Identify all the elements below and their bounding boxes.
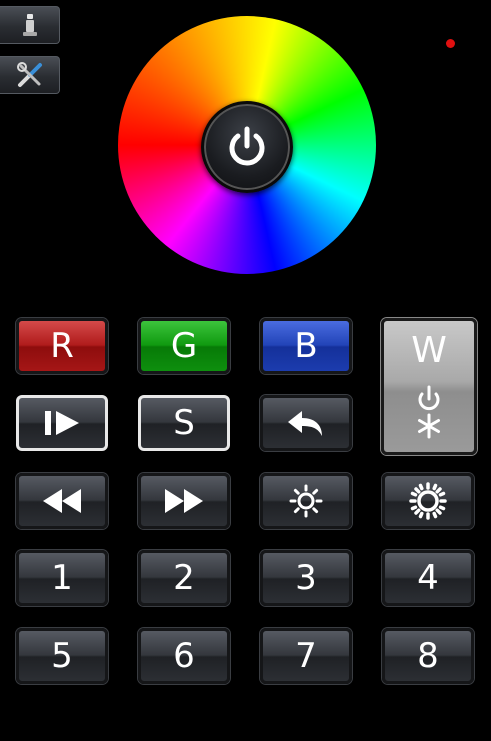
red-button[interactable]: R — [16, 318, 108, 374]
green-label: G — [170, 326, 198, 366]
user-button[interactable] — [0, 6, 60, 44]
play-step-icon — [45, 411, 79, 435]
number-button-2[interactable]: 2 — [138, 550, 230, 606]
number-button-1[interactable]: 1 — [16, 550, 108, 606]
undo-arrow-icon — [288, 411, 322, 436]
brightness-up-button[interactable] — [382, 473, 474, 529]
status-indicator — [446, 39, 455, 48]
blue-button[interactable]: B — [260, 318, 352, 374]
number-button-6[interactable]: 6 — [138, 628, 230, 684]
number-button-4[interactable]: 4 — [382, 550, 474, 606]
power-button[interactable] — [201, 101, 293, 193]
play-pause-button[interactable] — [16, 395, 108, 451]
fast-forward-icon — [165, 489, 203, 513]
brightness-down-button[interactable] — [260, 473, 352, 529]
number-label: 1 — [51, 558, 73, 598]
power-icon — [229, 126, 265, 166]
number-button-5[interactable]: 5 — [16, 628, 108, 684]
green-button[interactable]: G — [138, 318, 230, 374]
number-button-3[interactable]: 3 — [260, 550, 352, 606]
power-snowflake-icon — [418, 385, 440, 439]
white-label: W — [411, 330, 447, 371]
s-button[interactable]: S — [138, 395, 230, 451]
tools-icon — [16, 62, 42, 87]
rewind-icon — [43, 489, 81, 513]
number-label: 8 — [417, 636, 439, 676]
red-label: R — [50, 326, 74, 366]
blue-label: B — [294, 326, 318, 366]
s-label: S — [173, 403, 195, 443]
number-label: 4 — [417, 558, 439, 598]
number-button-8[interactable]: 8 — [382, 628, 474, 684]
sun-small-icon — [289, 484, 323, 518]
sun-large-icon — [409, 482, 447, 520]
white-power-button[interactable]: W — [381, 318, 477, 455]
fast-forward-button[interactable] — [138, 473, 230, 529]
settings-button[interactable] — [0, 56, 60, 94]
number-label: 3 — [295, 558, 317, 598]
number-label: 2 — [173, 558, 195, 598]
back-button[interactable] — [260, 395, 352, 451]
number-label: 6 — [173, 636, 195, 676]
number-label: 5 — [51, 636, 73, 676]
rewind-button[interactable] — [16, 473, 108, 529]
number-button-7[interactable]: 7 — [260, 628, 352, 684]
number-label: 7 — [295, 636, 317, 676]
person-icon — [22, 14, 37, 36]
